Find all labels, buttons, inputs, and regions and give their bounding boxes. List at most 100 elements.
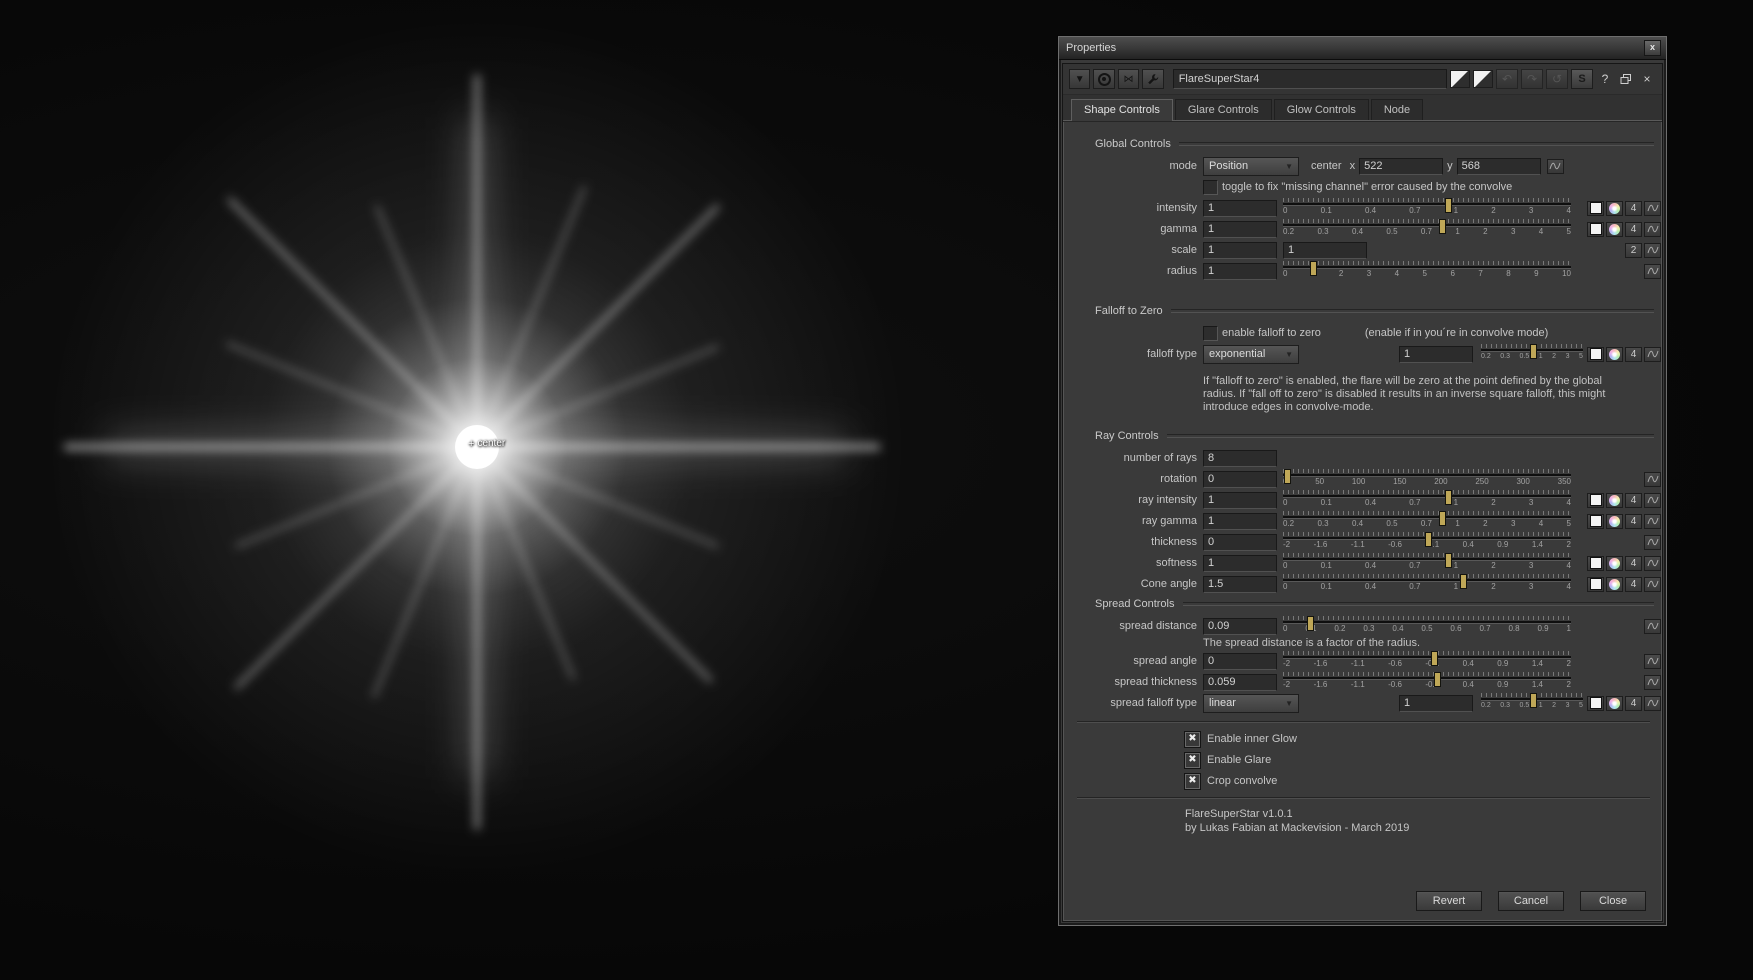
color-swatch-button[interactable] xyxy=(1587,201,1604,216)
channel-b-icon[interactable] xyxy=(1473,70,1493,88)
animation-curve-button[interactable] xyxy=(1644,472,1661,487)
channels-button[interactable]: 4 xyxy=(1625,577,1642,592)
color-wheel-button[interactable] xyxy=(1606,577,1623,592)
revert-button[interactable]: Revert xyxy=(1416,891,1482,911)
color-swatch-button[interactable] xyxy=(1587,514,1604,529)
scale-y-input[interactable] xyxy=(1283,242,1367,259)
color-wheel-button[interactable] xyxy=(1606,493,1623,508)
channels-button[interactable]: 4 xyxy=(1625,556,1642,571)
color-swatch-button[interactable] xyxy=(1587,696,1604,711)
spread-angle-slider[interactable]: -2-1.6-1.1-0.6-0.10.40.91.42 xyxy=(1283,651,1571,671)
spread-distance-slider[interactable]: 00.10.20.30.40.50.60.70.80.91 xyxy=(1283,616,1571,636)
channels-button[interactable]: 4 xyxy=(1625,696,1642,711)
color-swatch-button[interactable] xyxy=(1587,577,1604,592)
cancel-button[interactable]: Cancel xyxy=(1498,891,1564,911)
color-wheel-button[interactable] xyxy=(1606,347,1623,362)
spread-thickness-input[interactable] xyxy=(1203,674,1277,691)
falloff-exponent-input[interactable] xyxy=(1399,346,1473,363)
wrench-button[interactable] xyxy=(1142,69,1163,89)
properties-titlebar[interactable]: Properties x xyxy=(1059,37,1666,60)
enable-inner-glow-checkbox[interactable]: ✖ xyxy=(1185,732,1200,747)
intensity-slider[interactable]: 00.10.40.71234 xyxy=(1283,198,1571,218)
softness-input[interactable] xyxy=(1203,555,1277,572)
tab-glow-controls[interactable]: Glow Controls xyxy=(1274,99,1369,120)
radius-input[interactable] xyxy=(1203,263,1277,280)
ray-gamma-input[interactable] xyxy=(1203,513,1277,530)
slider-handle[interactable] xyxy=(1445,490,1452,505)
channels-button[interactable]: 4 xyxy=(1625,514,1642,529)
redo-button[interactable]: ↷ xyxy=(1521,69,1543,89)
animation-curve-button[interactable] xyxy=(1644,493,1661,508)
crop-convolve-checkbox[interactable]: ✖ xyxy=(1185,774,1200,789)
color-swatch-button[interactable] xyxy=(1587,556,1604,571)
slider-handle[interactable] xyxy=(1310,261,1317,276)
ray-intensity-input[interactable] xyxy=(1203,492,1277,509)
center-animation-curve-button[interactable] xyxy=(1547,159,1564,174)
cone-angle-input[interactable] xyxy=(1203,576,1277,593)
animation-curve-button[interactable] xyxy=(1644,222,1661,237)
color-swatch-button[interactable] xyxy=(1587,347,1604,362)
channels-button[interactable]: 4 xyxy=(1625,222,1642,237)
node-glyph-button[interactable]: ⋈ xyxy=(1118,69,1139,89)
animation-curve-button[interactable] xyxy=(1644,556,1661,571)
animation-curve-button[interactable] xyxy=(1644,243,1661,258)
animation-curve-button[interactable] xyxy=(1644,535,1661,550)
enable-glare-checkbox[interactable]: ✖ xyxy=(1185,753,1200,768)
center-y-input[interactable] xyxy=(1457,158,1541,175)
center-node-button[interactable] xyxy=(1093,69,1114,89)
spread-angle-input[interactable] xyxy=(1203,653,1277,670)
close-button[interactable]: Close xyxy=(1580,891,1646,911)
channel-a-icon[interactable] xyxy=(1450,70,1470,88)
flare-center-handle[interactable]: + center xyxy=(468,438,505,449)
thickness-input[interactable] xyxy=(1203,534,1277,551)
color-wheel-button[interactable] xyxy=(1606,201,1623,216)
cone-angle-slider[interactable]: 00.10.40.71234 xyxy=(1283,574,1571,594)
slider-handle[interactable] xyxy=(1439,219,1446,234)
position-crosshair-icon[interactable]: + xyxy=(468,439,474,449)
number-of-rays-input[interactable] xyxy=(1203,450,1277,467)
slider-handle[interactable] xyxy=(1434,672,1441,687)
script-button[interactable]: S xyxy=(1571,69,1593,89)
channels-button[interactable]: 4 xyxy=(1625,493,1642,508)
animation-curve-button[interactable] xyxy=(1644,619,1661,634)
help-button[interactable]: ? xyxy=(1596,70,1614,88)
animation-curve-button[interactable] xyxy=(1644,577,1661,592)
channels-button[interactable]: 4 xyxy=(1625,347,1642,362)
animation-curve-button[interactable] xyxy=(1644,514,1661,529)
spread-falloff-slider[interactable]: 0.20.30.51235 xyxy=(1481,693,1583,713)
softness-slider[interactable]: 00.10.40.71234 xyxy=(1283,553,1571,573)
color-swatch-button[interactable] xyxy=(1587,493,1604,508)
color-swatch-button[interactable] xyxy=(1587,222,1604,237)
rotation-input[interactable] xyxy=(1203,471,1277,488)
slider-handle[interactable] xyxy=(1530,344,1537,359)
slider-handle[interactable] xyxy=(1307,616,1314,631)
scale-x-input[interactable] xyxy=(1203,242,1277,259)
animation-curve-button[interactable] xyxy=(1644,696,1661,711)
rotation-slider[interactable]: 050100150200250300350 xyxy=(1283,469,1571,489)
intensity-input[interactable] xyxy=(1203,200,1277,217)
spread-falloff-input[interactable] xyxy=(1399,695,1473,712)
slider-handle[interactable] xyxy=(1530,693,1537,708)
falloff-exponent-slider[interactable]: 0.20.30.51235 xyxy=(1481,344,1583,364)
slider-handle[interactable] xyxy=(1439,511,1446,526)
gamma-input[interactable] xyxy=(1203,221,1277,238)
color-wheel-button[interactable] xyxy=(1606,222,1623,237)
slider-handle[interactable] xyxy=(1431,651,1438,666)
color-wheel-button[interactable] xyxy=(1606,556,1623,571)
animation-curve-button[interactable] xyxy=(1644,264,1661,279)
slider-handle[interactable] xyxy=(1445,198,1452,213)
node-name-input[interactable] xyxy=(1173,69,1447,89)
ray-gamma-slider[interactable]: 0.20.30.40.50.712345 xyxy=(1283,511,1571,531)
gamma-slider[interactable]: 0.20.30.40.50.712345 xyxy=(1283,219,1571,239)
animation-curve-button[interactable] xyxy=(1644,347,1661,362)
spread-falloff-type-dropdown[interactable]: linear▼ xyxy=(1203,694,1299,713)
animation-curve-button[interactable] xyxy=(1644,654,1661,669)
animation-curve-button[interactable] xyxy=(1644,201,1661,216)
slider-handle[interactable] xyxy=(1284,469,1291,484)
radius-slider[interactable]: 012345678910 xyxy=(1283,261,1571,281)
falloff-type-dropdown[interactable]: exponential▼ xyxy=(1203,345,1299,364)
channels-button[interactable]: 4 xyxy=(1625,201,1642,216)
spread-thickness-slider[interactable]: -2-1.6-1.1-0.6-0.10.40.91.42 xyxy=(1283,672,1571,692)
missing-channel-checkbox[interactable] xyxy=(1203,180,1218,195)
thickness-slider[interactable]: -2-1.6-1.1-0.6-0.10.40.91.42 xyxy=(1283,532,1571,552)
